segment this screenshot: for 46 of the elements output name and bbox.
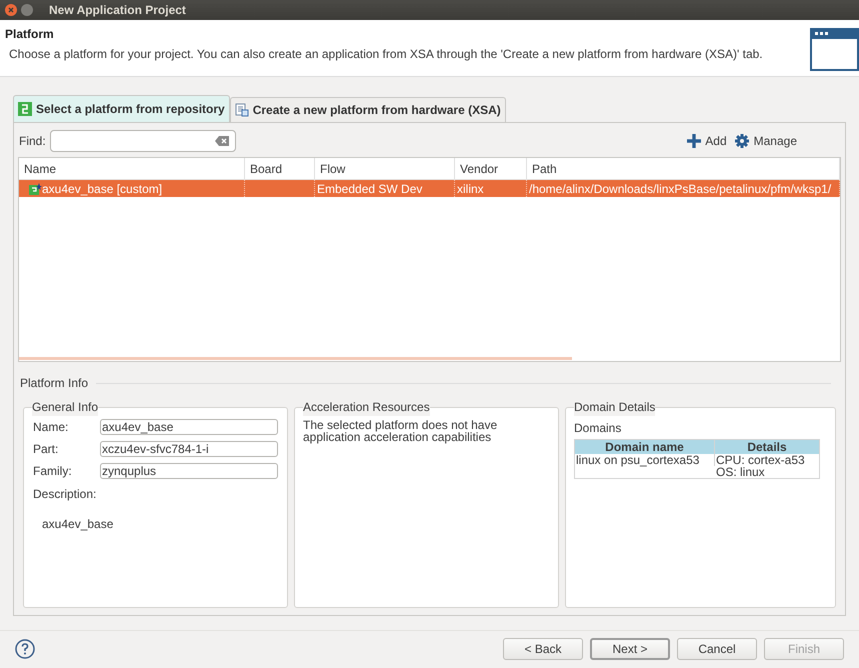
window-title: New Application Project	[49, 2, 186, 19]
table-cell: linux on psu_cortexa53	[575, 454, 715, 466]
close-icon[interactable]	[5, 4, 17, 16]
field-label: Family:	[32, 463, 73, 480]
manage-button[interactable]: Manage	[734, 132, 797, 150]
platform-icon	[18, 102, 32, 116]
column-header: Details	[746, 440, 788, 454]
field-label: Description:	[32, 486, 98, 503]
dialog-button[interactable]: Next >	[590, 638, 670, 660]
domains-label: Domains	[574, 420, 622, 437]
plus-icon	[687, 134, 702, 148]
clear-icon[interactable]	[214, 136, 229, 146]
text-field[interactable]: xczu4ev-sfvc784-1-i	[100, 441, 278, 457]
column-header[interactable]: Board	[245, 158, 315, 179]
document-icon	[234, 103, 249, 117]
find-field[interactable]	[50, 130, 236, 152]
column-header[interactable]: Path	[527, 158, 840, 179]
tab[interactable]: Select a platform from repository	[13, 95, 230, 122]
gear-icon	[734, 134, 749, 148]
table-cell-text: axu4ev_base [custom]	[42, 180, 162, 198]
text-field[interactable]: zynquplus	[100, 463, 278, 479]
table-cell-text: CPU: cortex-a53	[716, 454, 806, 466]
minimize-icon[interactable]	[21, 4, 33, 16]
page-description: Choose a platform for your project. You can also create an application from XSA through the 'Create a new platform from hardware (XSA)' tab.	[8, 46, 763, 63]
add-button[interactable]: Add	[687, 132, 727, 150]
dialog-button[interactable]: < Back	[503, 638, 583, 660]
help-icon[interactable]	[15, 638, 35, 658]
table-cell-text: /home/alinx/Downloads/linxPsBase/petalinux/pfm/wksp1/	[529, 180, 832, 198]
section-title: Platform Info	[19, 375, 90, 392]
table-cell-text: Embedded SW Dev	[317, 180, 422, 198]
table-cell-text: OS: linux	[716, 466, 766, 478]
column-header[interactable]: Flow	[315, 158, 455, 179]
column-header: Domain name	[575, 440, 715, 454]
field-label: Part:	[32, 441, 60, 458]
dialog-button[interactable]: Cancel	[677, 638, 757, 660]
table-cell-text: xilinx	[457, 180, 484, 198]
find-label: Find:	[19, 132, 46, 150]
tab[interactable]: Create a new platform from hardware (XSA)	[230, 97, 506, 122]
column-header[interactable]: Name	[19, 158, 245, 179]
column-header[interactable]: Vendor	[455, 158, 527, 179]
text-field[interactable]: axu4ev_base	[100, 419, 278, 435]
field-label: Name:	[32, 419, 70, 436]
description-text: axu4ev_base	[41, 516, 114, 533]
platform-icon	[29, 182, 42, 194]
acceleration-text: The selected platform does not have application acceleration capabilities	[303, 419, 498, 443]
page-title: Platform	[5, 26, 55, 43]
